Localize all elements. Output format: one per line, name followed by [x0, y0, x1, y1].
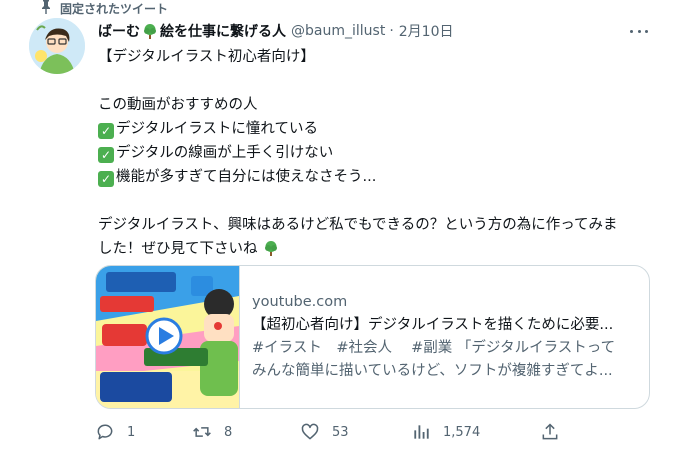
pin-icon: [42, 0, 50, 14]
check-mark-icon: ✓: [98, 147, 114, 163]
text-line: [98, 189, 658, 213]
text-line: 【デジタルイラスト初心者向け】: [98, 49, 315, 65]
like-count: 53: [332, 424, 349, 440]
text-line: この動画がおすすめの人: [98, 97, 258, 113]
link-card[interactable]: youtube.com 【超初心者向け】デジタルイラストを描くために必要... …: [95, 265, 650, 409]
like-button[interactable]: 53: [300, 420, 349, 444]
text-line: ✓ 機能が多すぎて自分には使えなさそう...: [98, 165, 658, 189]
more-dot-icon: [630, 29, 633, 33]
text-line: [98, 69, 658, 93]
reply-button[interactable]: 1: [95, 420, 135, 444]
retweet-button[interactable]: 8: [192, 420, 232, 444]
avatar[interactable]: [29, 18, 85, 74]
tweet-actions: 1 8 53 1,574: [95, 420, 565, 444]
views-chart-icon: [414, 425, 429, 439]
link-card-domain: youtube.com: [252, 294, 348, 310]
tree-emoji-icon: [144, 24, 156, 39]
text-line: デジタルイラスト、興味はあるけど私でもできるの？という方の為に作ってみま: [98, 217, 618, 233]
retweet-icon: [193, 427, 211, 437]
user-handle[interactable]: @baum_illust: [291, 23, 385, 39]
view-count: 1,574: [443, 424, 481, 440]
link-card-body: youtube.com 【超初心者向け】デジタルイラストを描くために必要... …: [240, 266, 649, 408]
tweet-text: 【デジタルイラスト初心者向け】 この動画がおすすめの人 ✓ デジタルイラストに憧れ…: [98, 45, 658, 261]
link-card-title: 【超初心者向け】デジタルイラストを描くために必要...: [252, 317, 614, 333]
avatar-illustration: [29, 18, 85, 74]
header-separator: ·: [389, 23, 394, 39]
share-icon: [542, 423, 558, 440]
display-name[interactable]: ばーむ 絵を仕事に繋げる人: [98, 21, 286, 41]
more-dot-icon: [645, 29, 648, 33]
check-mark-icon: ✓: [98, 171, 114, 187]
retweet-count: 8: [224, 424, 233, 440]
check-mark-icon: ✓: [98, 123, 114, 139]
link-card-description: #イラスト #社会人 #副業 「デジタルイラストって みんな簡単に描いているけど…: [252, 337, 637, 383]
link-card-thumbnail: [96, 266, 240, 408]
video-thumbnail-illustration: [96, 266, 239, 408]
reply-count: 1: [127, 424, 136, 440]
link-card-description-line: みんな簡単に描いているけど、ソフトが複雑すぎてよ...: [252, 363, 613, 379]
reply-icon: [97, 424, 113, 440]
more-options-button[interactable]: [630, 24, 648, 38]
views-button[interactable]: 1,574: [411, 420, 480, 444]
text-line: した！ぜひ見て下さいね: [98, 237, 658, 261]
text-line: ✓ デジタルの線画が上手く引けない: [98, 141, 658, 165]
more-dot-icon: [637, 29, 641, 33]
pinned-label: 固定されたツイート: [42, 0, 168, 16]
tweet-date[interactable]: 2月10日: [399, 21, 454, 41]
text-line: ✓ デジタルイラストに憧れている: [98, 117, 658, 141]
heart-icon: [301, 423, 319, 440]
link-card-description-line: #イラスト #社会人 #副業 「デジタルイラストって: [252, 340, 616, 356]
share-button[interactable]: [540, 420, 560, 444]
tweet-header: ばーむ 絵を仕事に繋げる人 @baum_illust · 2月10日: [98, 20, 454, 42]
tree-emoji-icon: [265, 241, 278, 256]
